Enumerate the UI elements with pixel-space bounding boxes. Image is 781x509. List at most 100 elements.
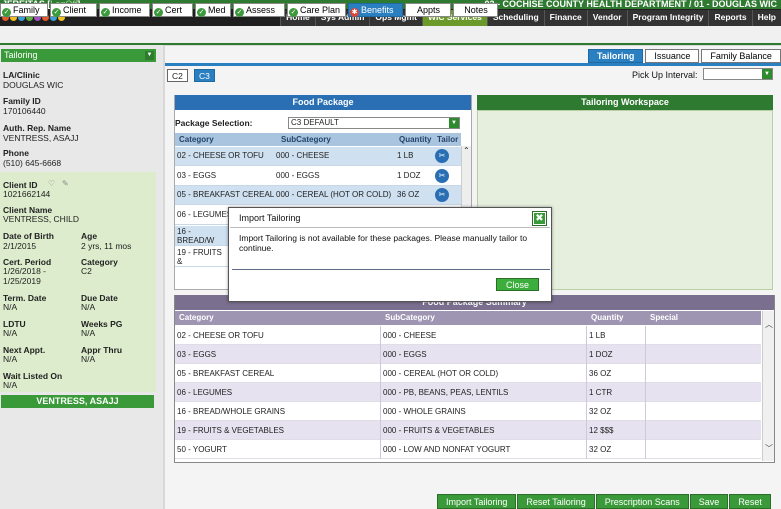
cert-period-value: 1/26/2018 - 1/25/2019 xyxy=(3,266,47,286)
chevron-down-icon: ▼ xyxy=(762,69,772,79)
chevron-up-icon[interactable]: ︿ xyxy=(764,319,774,329)
nav-reports[interactable]: Reports xyxy=(708,10,752,26)
chevron-down-icon: ▼ xyxy=(449,118,459,128)
column-header: SubCategory xyxy=(385,313,435,322)
client-name-value: VENTRESS, CHILD xyxy=(3,214,80,224)
phone-label: Phone xyxy=(3,148,29,158)
pickup-interval-select[interactable]: ▼ xyxy=(703,68,773,80)
scissors-icon[interactable]: ✂ xyxy=(435,188,449,202)
la-clinic-value: DOUGLAS WIC xyxy=(3,80,64,90)
auth-rep-button[interactable]: VENTRESS, ASAJJ xyxy=(1,395,154,408)
summary-header: Category SubCategory Quantity Special xyxy=(175,311,761,325)
column-header: Category xyxy=(179,313,214,322)
tab-client[interactable]: ✓ Client xyxy=(50,3,97,17)
save-button[interactable]: Save xyxy=(689,494,729,509)
tab-c2[interactable]: C2 xyxy=(167,69,188,82)
dialog-message: Import Tailoring is not available for th… xyxy=(239,233,528,253)
check-icon: ✓ xyxy=(2,8,11,17)
benefit-tabs: Tailoring Issuance Family Balance xyxy=(588,49,781,63)
check-icon: ✓ xyxy=(235,8,244,17)
tab-assess[interactable]: ✓ Assess xyxy=(233,3,285,17)
package-selection-label: Package Selection: xyxy=(175,118,253,128)
food-package-title: Food Package xyxy=(175,95,471,110)
tab-c3[interactable]: C3 xyxy=(194,69,215,82)
term-date-value: N/A xyxy=(3,302,18,312)
reset-tailoring-button[interactable]: Reset Tailoring xyxy=(517,494,595,509)
column-header: SubCategory xyxy=(281,135,331,144)
table-row: 19 - FRUITS & VEGETABLES 000 - FRUITS & … xyxy=(175,421,761,440)
tailoring-workspace-title: Tailoring Workspace xyxy=(477,95,773,110)
table-row: 03 - EGGS 000 - EGGS 1 DOZ xyxy=(175,345,761,364)
table-row: 06 - LEGUMES 000 - PB, BEANS, PEAS, LENT… xyxy=(175,383,761,402)
check-icon: ✓ xyxy=(154,8,163,17)
age-label: Age xyxy=(81,231,98,241)
tab-appts[interactable]: Appts xyxy=(405,3,451,17)
column-header: Quantity xyxy=(399,135,432,144)
tab-benefits[interactable]: ✱ Benefits xyxy=(348,3,403,17)
age-value: 2 yrs, 11 mos xyxy=(81,241,132,251)
chevron-down-icon[interactable]: ﹀ xyxy=(764,443,774,453)
tab-issuance[interactable]: Issuance xyxy=(645,49,700,63)
dialog-title: Import Tailoring xyxy=(239,213,301,223)
tab-family[interactable]: ✓ Family xyxy=(0,3,48,17)
tab-med[interactable]: ✓ Med xyxy=(195,3,231,17)
tab-tailoring[interactable]: Tailoring xyxy=(588,49,644,63)
dob-value: 2/1/2015 xyxy=(3,241,37,251)
scissors-icon[interactable]: ✂ xyxy=(435,149,449,163)
department-label: 02 - COCHISE COUNTY HEALTH DEPARTMENT / … xyxy=(484,0,777,9)
table-row: 50 - YOGURT 000 - LOW AND NONFAT YOGURT … xyxy=(175,440,761,459)
family-id-label: Family ID xyxy=(3,96,41,106)
check-icon: ✓ xyxy=(52,8,61,17)
import-tailoring-button[interactable]: Import Tailoring xyxy=(437,494,517,509)
tab-family-balance[interactable]: Family Balance xyxy=(701,49,781,63)
column-header: Category xyxy=(179,135,214,144)
scrollbar[interactable]: ︿ ﹀ xyxy=(762,311,774,461)
close-icon[interactable]: ✖ xyxy=(532,211,547,226)
reset-button[interactable]: Reset xyxy=(729,494,771,509)
table-row: 05 - BREAKFAST CEREAL 000 - CEREAL (HOT … xyxy=(175,364,761,383)
dob-label: Date of Birth xyxy=(3,231,54,241)
column-header: Tailor xyxy=(437,135,459,144)
tab-underline xyxy=(165,63,781,66)
tab-notes[interactable]: Notes xyxy=(453,3,498,17)
table-row: 02 - CHEESE OR TOFU 000 - CHEESE 1 LB xyxy=(175,326,761,345)
chevron-up-icon: ⌃ xyxy=(463,146,470,155)
nav-program-integrity[interactable]: Program Integrity xyxy=(626,10,709,26)
la-clinic-label: LA/Clinic xyxy=(3,70,40,80)
tab-income[interactable]: ✓ Income xyxy=(99,3,150,17)
ldtu-value: N/A xyxy=(3,328,18,338)
column-header: Special xyxy=(650,313,679,322)
due-date-value: N/A xyxy=(81,302,96,312)
check-icon: ✓ xyxy=(101,8,110,17)
tab-cert[interactable]: ✓ Cert xyxy=(152,3,193,17)
pickup-interval-label: Pick Up Interval: xyxy=(632,70,698,80)
appr-thru-value: N/A xyxy=(81,354,96,364)
client-id-value: 1021662144 xyxy=(3,189,51,199)
table-row: 02 - CHEESE OR TOFU 000 - CHEESE 1 LB ✂ xyxy=(175,147,461,166)
scissors-icon[interactable]: ✂ xyxy=(435,169,449,183)
check-icon: ✓ xyxy=(197,8,206,17)
wait-listed-value: N/A xyxy=(3,380,18,390)
star-icon: ✱ xyxy=(350,8,359,17)
phone-value: (510) 645-6668 xyxy=(3,158,62,168)
check-icon: ✓ xyxy=(289,8,298,17)
divider xyxy=(232,269,550,270)
divider xyxy=(230,227,550,228)
tailoring-selector[interactable]: Tailoring ▼ xyxy=(1,49,156,62)
chevron-down-icon: ▼ xyxy=(145,51,154,60)
action-bar: Import Tailoring Reset Tailoring Prescri… xyxy=(437,494,771,509)
next-appt-value: N/A xyxy=(3,354,18,364)
prescription-scans-button[interactable]: Prescription Scans xyxy=(595,494,689,509)
module-tab-bar xyxy=(0,26,781,45)
close-button[interactable]: Close xyxy=(496,278,539,291)
pencil-icon[interactable]: ✎ xyxy=(62,179,69,188)
family-id-value: 170106440 xyxy=(3,106,46,116)
nav-finance[interactable]: Finance xyxy=(543,10,587,26)
table-row: 16 - BREAD/WHOLE GRAINS 000 - WHOLE GRAI… xyxy=(175,402,761,421)
nav-vendor[interactable]: Vendor xyxy=(586,10,627,26)
auth-rep-value: VENTRESS, ASAJJ xyxy=(3,133,79,143)
tab-care-plan[interactable]: ✓ Care Plan xyxy=(287,3,346,17)
nav-help[interactable]: Help xyxy=(751,10,781,26)
table-row: 05 - BREAKFAST CEREAL 000 - CEREAL (HOT … xyxy=(175,186,461,205)
package-selection-select[interactable]: C3 DEFAULT ▼ xyxy=(288,117,460,129)
